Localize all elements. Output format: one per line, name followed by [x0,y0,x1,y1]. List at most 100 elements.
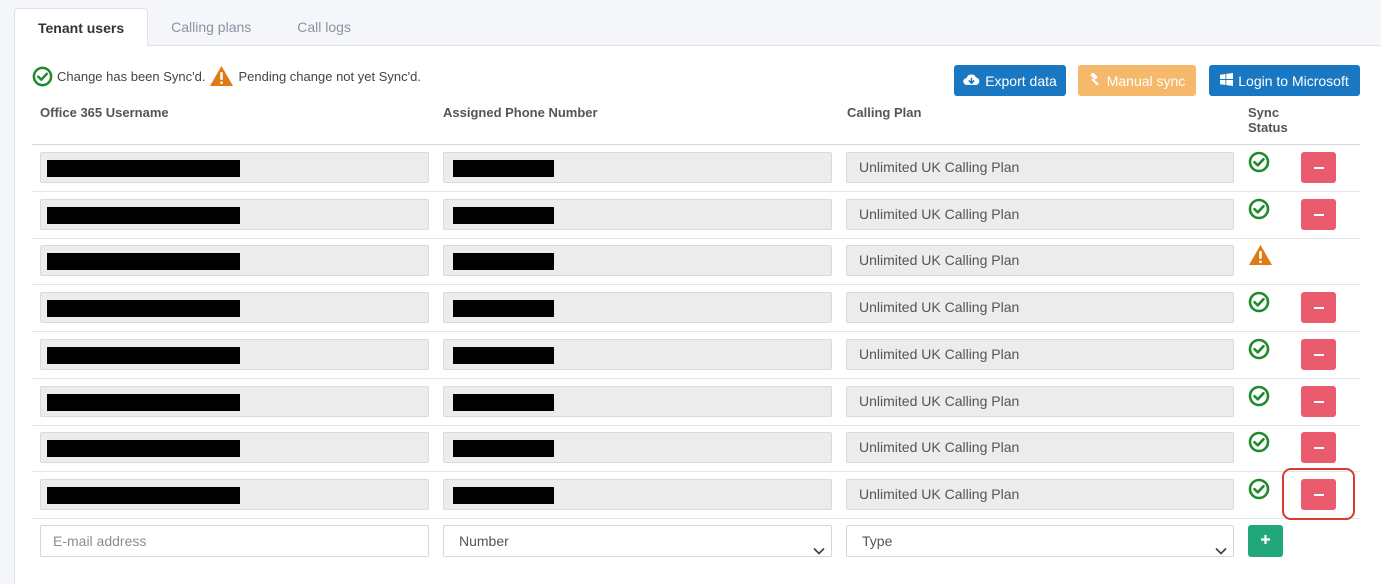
header-phone: Assigned Phone Number [443,105,598,120]
row-divider [32,518,1360,519]
phone-field[interactable] [443,339,832,370]
row-divider [32,378,1360,379]
redacted-phone [453,487,554,504]
username-field[interactable] [40,152,429,183]
tab-call-logs[interactable]: Call logs [274,8,374,46]
warning-triangle-icon [209,65,234,87]
header-sync-line1: Sync [1248,105,1280,120]
redacted-phone [453,347,554,364]
redacted-username [47,440,240,457]
phone-field[interactable] [443,199,832,230]
row-divider [32,191,1360,192]
calling-plan-field[interactable]: Unlimited UK Calling Plan [846,292,1234,323]
row-divider [32,238,1360,239]
export-data-button[interactable]: Export data [954,65,1066,96]
phone-field[interactable] [443,386,832,417]
phone-field[interactable] [443,152,832,183]
username-field[interactable] [40,245,429,276]
tab-bar: Tenant users Calling plans Call logs [14,8,374,46]
redacted-phone [453,160,554,177]
redacted-username [47,487,240,504]
calling-plan-field[interactable]: Unlimited UK Calling Plan [846,339,1234,370]
calling-plan-field[interactable]: Unlimited UK Calling Plan [846,479,1234,510]
phone-field[interactable] [443,245,832,276]
check-circle-icon [1248,338,1270,360]
minus-icon [1313,166,1324,169]
login-microsoft-label: Login to Microsoft [1238,72,1349,89]
type-select-value: Type [862,533,893,549]
delete-user-button[interactable] [1301,152,1336,183]
delete-user-button[interactable] [1301,386,1336,417]
redacted-username [47,160,240,177]
check-circle-icon [1248,151,1270,173]
username-field[interactable] [40,199,429,230]
export-data-label: Export data [985,72,1057,89]
login-microsoft-button[interactable]: Login to Microsoft [1209,65,1360,96]
calling-plan-field[interactable]: Unlimited UK Calling Plan [846,386,1234,417]
row-divider [32,471,1360,472]
check-circle-icon [32,66,53,87]
redacted-phone [453,300,554,317]
email-input[interactable]: E-mail address [40,525,429,557]
cloud-download-icon [963,73,980,89]
check-circle-icon [1248,385,1270,407]
number-select-value: Number [459,533,509,549]
check-circle-icon [1248,198,1270,220]
phone-field[interactable] [443,432,832,463]
minus-icon [1313,400,1324,403]
row-divider [32,425,1360,426]
plus-icon [1260,532,1271,550]
add-user-button[interactable] [1248,525,1283,557]
chevron-down-icon [1215,536,1227,566]
minus-icon [1313,446,1324,449]
header-divider [32,144,1360,145]
redacted-username [47,394,240,411]
delete-user-button[interactable] [1301,339,1336,370]
chevron-down-icon [813,536,825,566]
calling-plan-field[interactable]: Unlimited UK Calling Plan [846,199,1234,230]
manual-sync-label: Manual sync [1106,72,1186,89]
header-plan: Calling Plan [847,105,922,120]
redacted-username [47,300,240,317]
delete-user-button[interactable] [1301,432,1336,463]
redacted-phone [453,440,554,457]
redacted-username [47,347,240,364]
header-sync-line2: Status [1248,120,1288,135]
username-field[interactable] [40,432,429,463]
username-field[interactable] [40,292,429,323]
legend-synced-text: Change has been Sync'd. [57,68,206,84]
username-field[interactable] [40,479,429,510]
redacted-phone [453,253,554,270]
legend-pending-text: Pending change not yet Sync'd. [238,68,421,84]
type-select[interactable]: Type [846,525,1234,557]
delete-user-button[interactable] [1301,292,1336,323]
tab-tenant-users[interactable]: Tenant users [14,8,149,46]
redacted-username [47,253,240,270]
phone-field[interactable] [443,479,832,510]
header-username: Office 365 Username [40,105,169,120]
redacted-username [47,207,240,224]
hammer-icon [1089,72,1102,89]
minus-icon [1313,353,1324,356]
check-circle-icon [1248,291,1270,313]
calling-plan-field[interactable]: Unlimited UK Calling Plan [846,432,1234,463]
redacted-phone [453,394,554,411]
username-field[interactable] [40,339,429,370]
manual-sync-button[interactable]: Manual sync [1078,65,1196,96]
tab-calling-plans[interactable]: Calling plans [148,8,274,46]
username-field[interactable] [40,386,429,417]
calling-plan-field[interactable]: Unlimited UK Calling Plan [846,152,1234,183]
check-circle-icon [1248,431,1270,453]
row-divider [32,284,1360,285]
number-select[interactable]: Number [443,525,832,557]
redacted-phone [453,207,554,224]
header-sync-status: Sync Status [1248,105,1288,135]
sync-legend: Change has been Sync'd. Pending change n… [32,64,425,88]
minus-icon [1313,213,1324,216]
warning-triangle-icon [1248,244,1273,266]
minus-icon [1313,306,1324,309]
delete-user-button[interactable] [1301,199,1336,230]
calling-plan-field[interactable]: Unlimited UK Calling Plan [846,245,1234,276]
highlight-annotation [1282,468,1355,520]
phone-field[interactable] [443,292,832,323]
